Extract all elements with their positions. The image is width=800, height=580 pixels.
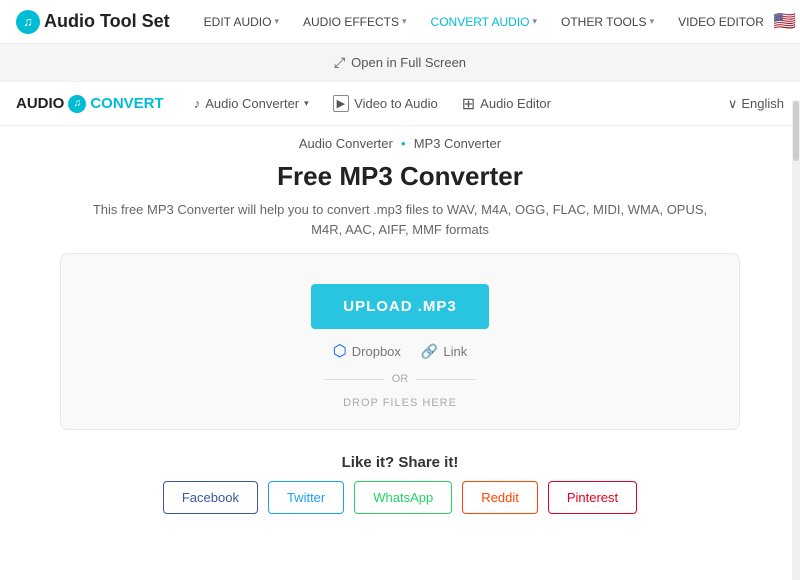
sub-nav-label-audio-converter: Audio Converter: [205, 96, 299, 111]
link-label: Link: [443, 344, 467, 359]
nav-item-convert-audio[interactable]: CONVERT AUDIO ▾: [421, 9, 547, 35]
language-selector[interactable]: ∨ English: [728, 96, 784, 112]
logo[interactable]: ♫ Audio Tool Set: [16, 10, 170, 34]
nav-item-audio-effects[interactable]: AUDIO EFFECTS ▾: [293, 9, 417, 35]
page-description: This free MP3 Converter will help you to…: [80, 200, 720, 239]
breadcrumb-link[interactable]: Audio Converter: [299, 136, 393, 151]
sub-logo[interactable]: AUDIO ♫ CONVERT: [16, 95, 164, 113]
sub-nav-label-video-to-audio: Video to Audio: [354, 96, 438, 111]
nav-item-other-tools[interactable]: OTHER TOOLS ▾: [551, 9, 664, 35]
nav-items: EDIT AUDIO ▾ AUDIO EFFECTS ▾ CONVERT AUD…: [194, 9, 774, 35]
video-icon: ▶: [333, 95, 349, 112]
sub-nav-label-audio-editor: Audio Editor: [480, 96, 551, 111]
logo-text: Audio Tool Set: [44, 11, 170, 32]
breadcrumb-dot: ●: [401, 139, 406, 148]
sub-logo-icon: ♫: [68, 95, 86, 113]
nav-item-video-editor[interactable]: VIDEO EDITOR: [668, 9, 774, 35]
caret-icon: ▾: [274, 16, 279, 27]
nav-label-convert-audio: CONVERT AUDIO: [431, 15, 530, 29]
sub-nav-item-audio-editor[interactable]: ⊞ Audio Editor: [452, 88, 561, 120]
language-caret-icon: ∨: [728, 96, 738, 112]
twitter-share-button[interactable]: Twitter: [268, 481, 344, 514]
nav-label-audio-effects: AUDIO EFFECTS: [303, 15, 399, 29]
upload-options: ⬡ Dropbox 🔗 Link: [333, 341, 467, 361]
upload-area: UPLOAD .MP3 ⬡ Dropbox 🔗 Link OR DROP FIL…: [60, 253, 740, 430]
facebook-share-button[interactable]: Facebook: [163, 481, 258, 514]
main-content: Free MP3 Converter This free MP3 Convert…: [0, 157, 800, 440]
breadcrumb: Audio Converter ● MP3 Converter: [0, 126, 800, 157]
breadcrumb-current: MP3 Converter: [414, 136, 501, 151]
fullscreen-bar[interactable]: ⤢ Open in Full Screen: [0, 44, 800, 82]
top-nav: ♫ Audio Tool Set EDIT AUDIO ▾ AUDIO EFFE…: [0, 0, 800, 44]
nav-label-edit-audio: EDIT AUDIO: [204, 15, 272, 29]
link-option[interactable]: 🔗 Link: [421, 343, 467, 360]
page-title: Free MP3 Converter: [40, 161, 760, 192]
whatsapp-share-button[interactable]: WhatsApp: [354, 481, 452, 514]
or-divider: OR: [81, 373, 719, 385]
language-label: English: [741, 96, 784, 111]
pinterest-share-button[interactable]: Pinterest: [548, 481, 637, 514]
sub-nav: AUDIO ♫ CONVERT ♪ Audio Converter ▾ ▶ Vi…: [0, 82, 800, 126]
or-text: OR: [392, 373, 409, 385]
drop-files-text: DROP FILES HERE: [343, 397, 457, 409]
caret-icon: ▾: [402, 16, 407, 27]
sub-logo-text-convert: CONVERT: [90, 95, 163, 112]
or-line-right: [416, 379, 476, 380]
nav-item-edit-audio[interactable]: EDIT AUDIO ▾: [194, 9, 289, 35]
nav-label-other-tools: OTHER TOOLS: [561, 15, 647, 29]
sub-nav-item-video-to-audio[interactable]: ▶ Video to Audio: [323, 89, 448, 118]
sub-nav-items: ♪ Audio Converter ▾ ▶ Video to Audio ⊞ A…: [184, 88, 728, 120]
share-section: Like it? Share it! Facebook Twitter What…: [0, 440, 800, 524]
dropbox-icon: ⬡: [333, 341, 347, 361]
flag-icon: 🇺🇸: [774, 11, 796, 32]
caret-icon: ▾: [532, 16, 537, 27]
caret-icon: ▾: [304, 98, 309, 109]
sub-logo-text-audio: AUDIO: [16, 95, 64, 112]
expand-icon: ⤢: [334, 54, 345, 71]
link-icon: 🔗: [421, 343, 438, 360]
logo-icon: ♫: [16, 10, 40, 34]
editor-icon: ⊞: [462, 94, 475, 114]
share-title: Like it? Share it!: [0, 454, 800, 471]
sub-nav-item-audio-converter[interactable]: ♪ Audio Converter ▾: [184, 90, 319, 117]
music-icon: ♪: [194, 96, 201, 111]
nav-label-video-editor: VIDEO EDITOR: [678, 15, 764, 29]
dropbox-label: Dropbox: [352, 344, 401, 359]
caret-icon: ▾: [650, 16, 655, 27]
share-buttons: Facebook Twitter WhatsApp Reddit Pintere…: [0, 481, 800, 514]
fullscreen-label: Open in Full Screen: [351, 55, 466, 70]
upload-button[interactable]: UPLOAD .MP3: [311, 284, 489, 329]
reddit-share-button[interactable]: Reddit: [462, 481, 538, 514]
scrollbar[interactable]: [792, 100, 800, 580]
scrollbar-thumb[interactable]: [793, 101, 799, 161]
or-line-left: [324, 379, 384, 380]
dropbox-option[interactable]: ⬡ Dropbox: [333, 341, 401, 361]
